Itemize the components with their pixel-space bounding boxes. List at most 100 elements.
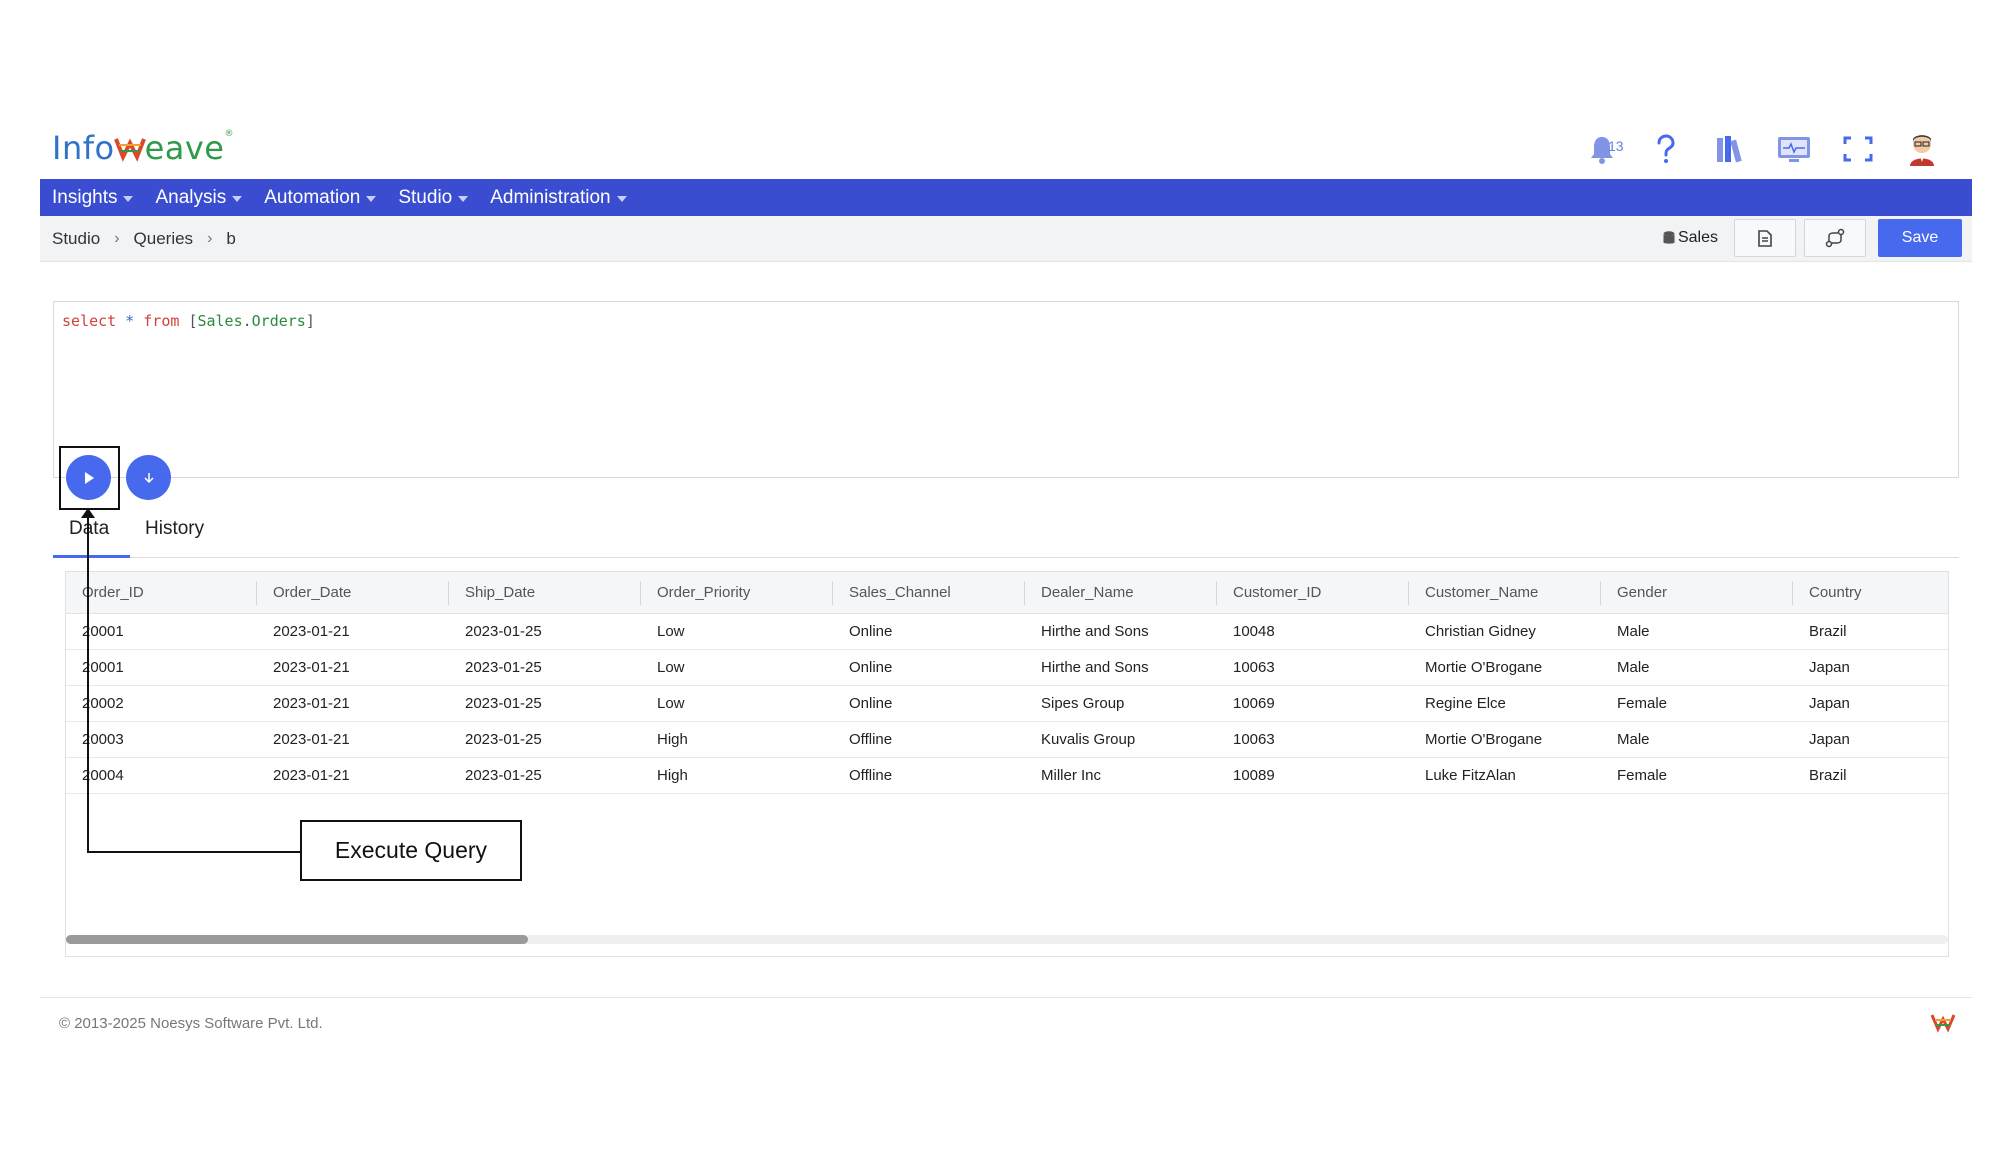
breadcrumb-current: b	[226, 229, 236, 248]
notifications-button[interactable]: 13	[1570, 127, 1634, 171]
main-menu: Insights Analysis Automation Studio Admi…	[40, 179, 1972, 216]
logo-mark-icon	[113, 138, 146, 162]
breadcrumb-queries[interactable]: Queries	[134, 229, 194, 249]
menu-label: Analysis	[155, 186, 227, 208]
column-header[interactable]: Order_ID	[82, 584, 144, 601]
table-row[interactable]: 20001 2023-01-21 2023-01-25 Low Online Hirthe…	[66, 650, 1948, 686]
horizontal-scrollbar[interactable]	[66, 935, 1948, 944]
table-cell: 2023-01-21	[273, 695, 350, 712]
result-tabs: Data History	[53, 510, 1959, 558]
menu-studio[interactable]: Studio	[398, 187, 469, 209]
table-cell: 2023-01-21	[273, 731, 350, 748]
table-cell: Offline	[849, 731, 893, 748]
menu-label: Insights	[52, 186, 118, 208]
table-cell: Japan	[1809, 695, 1850, 712]
chevron-down-icon	[143, 472, 154, 483]
column-header[interactable]: Ship_Date	[465, 584, 535, 601]
caret-down-icon	[458, 196, 469, 202]
column-header[interactable]: Country	[1809, 584, 1862, 601]
breadcrumb-studio[interactable]: Studio	[52, 229, 100, 249]
avatar[interactable]	[1890, 127, 1954, 171]
column-header[interactable]: Customer_Name	[1425, 584, 1538, 601]
column-divider[interactable]	[832, 581, 833, 605]
menu-administration[interactable]: Administration	[490, 187, 627, 209]
column-divider[interactable]	[1024, 581, 1025, 605]
grid-header: Order_ID Order_Date Ship_Date Order_Priorit…	[66, 572, 1948, 614]
tab-data[interactable]: Data	[69, 518, 109, 540]
table-cell: Mortie O'Brogane	[1425, 659, 1543, 676]
more-options-button[interactable]	[126, 455, 171, 500]
table-cell: 10069	[1233, 695, 1275, 712]
logo-mark-icon	[1930, 1014, 1956, 1033]
table-cell: High	[657, 767, 688, 784]
table-cell: 2023-01-25	[465, 659, 542, 676]
sql-star: *	[125, 312, 135, 330]
sql-editor[interactable]: select * from [Sales.Orders]	[53, 301, 1959, 478]
execute-highlight-box	[59, 446, 120, 510]
fullscreen-button[interactable]	[1826, 127, 1890, 171]
tab-history[interactable]: History	[145, 518, 204, 540]
connector-icon	[1825, 228, 1845, 248]
menu-automation[interactable]: Automation	[264, 187, 377, 209]
copyright-text: © 2013-2025 Noesys Software Pvt. Ltd.	[59, 1015, 323, 1032]
table-cell: Brazil	[1809, 767, 1847, 784]
connector-button[interactable]	[1804, 219, 1866, 257]
table-cell: Miller Inc	[1041, 767, 1102, 784]
table-row[interactable]: 20003 2023-01-21 2023-01-25 High Offline Kuva…	[66, 722, 1948, 758]
document-icon	[1758, 229, 1772, 247]
sql-bracket-close: ]	[305, 312, 315, 330]
table-row[interactable]: 20001 2023-01-21 2023-01-25 Low Online Hirthe…	[66, 614, 1948, 650]
caret-down-icon	[232, 196, 243, 202]
menu-insights[interactable]: Insights	[52, 186, 134, 209]
table-row[interactable]: 20002 2023-01-21 2023-01-25 Low Online Sipes …	[66, 686, 1948, 722]
help-button[interactable]	[1634, 127, 1698, 171]
column-header[interactable]: Order_Priority	[657, 584, 750, 601]
results-grid: Order_ID Order_Date Ship_Date Order_Priorit…	[65, 571, 1949, 957]
column-divider[interactable]	[640, 581, 641, 605]
datasource-selector[interactable]: Sales	[1663, 229, 1718, 247]
library-button[interactable]	[1698, 127, 1762, 171]
table-cell: Low	[657, 659, 685, 676]
scrollbar-thumb[interactable]	[66, 935, 528, 944]
column-header[interactable]: Dealer_Name	[1041, 584, 1134, 601]
column-divider[interactable]	[1408, 581, 1409, 605]
sql-keyword-select: select	[62, 312, 117, 330]
table-cell: Japan	[1809, 731, 1850, 748]
header-icons: 13	[1570, 127, 1954, 171]
column-header[interactable]: Order_Date	[273, 584, 351, 601]
table-row[interactable]: 20004 2023-01-21 2023-01-25 High Offline Mill…	[66, 758, 1948, 794]
document-button[interactable]	[1734, 219, 1796, 257]
database-icon	[1663, 231, 1675, 244]
callout-connector	[87, 512, 89, 853]
callout-connector	[87, 851, 300, 853]
infoveave-logo[interactable]: Info eave ®	[52, 129, 234, 167]
notification-count: 13	[1608, 138, 1624, 154]
monitor-icon	[1778, 137, 1810, 162]
column-divider[interactable]	[1792, 581, 1793, 605]
column-header[interactable]: Customer_ID	[1233, 584, 1321, 601]
column-divider[interactable]	[1216, 581, 1217, 605]
breadcrumb: Studio › Queries › b	[52, 229, 236, 249]
table-cell: 2023-01-25	[465, 623, 542, 640]
datasource-label: Sales	[1677, 229, 1718, 246]
arrow-up-icon	[81, 508, 95, 518]
column-header[interactable]: Gender	[1617, 584, 1667, 601]
sql-table: Orders	[251, 312, 306, 330]
menu-analysis[interactable]: Analysis	[155, 186, 243, 209]
table-cell: Mortie O'Brogane	[1425, 731, 1543, 748]
sql-keyword-from: from	[143, 312, 180, 330]
column-divider[interactable]	[448, 581, 449, 605]
column-header[interactable]: Sales_Channel	[849, 584, 951, 601]
column-divider[interactable]	[256, 581, 257, 605]
save-button[interactable]: Save	[1878, 219, 1962, 257]
monitor-button[interactable]	[1762, 127, 1826, 171]
table-cell: 10063	[1233, 659, 1275, 676]
column-divider[interactable]	[1600, 581, 1601, 605]
sql-schema: Sales	[197, 312, 243, 330]
table-cell: Brazil	[1809, 623, 1847, 640]
table-cell: Luke FitzAlan	[1425, 767, 1516, 784]
chevron-right-icon: ›	[207, 230, 213, 247]
table-cell: Female	[1617, 695, 1668, 712]
table-cell: 2023-01-25	[465, 695, 542, 712]
table-cell: Male	[1617, 623, 1650, 640]
